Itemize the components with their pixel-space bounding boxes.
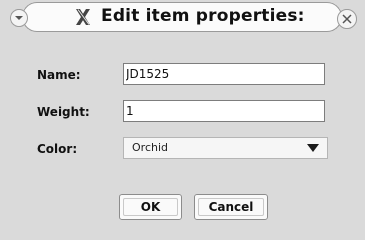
chevron-down-icon bbox=[15, 16, 23, 20]
color-select[interactable]: Orchid bbox=[123, 137, 328, 159]
close-button[interactable] bbox=[337, 9, 357, 29]
name-label: Name: bbox=[37, 68, 81, 82]
name-field[interactable] bbox=[123, 63, 325, 85]
ok-button[interactable]: OK bbox=[119, 194, 182, 220]
ok-button-label: OK bbox=[140, 200, 161, 214]
window-title: Edit item properties: bbox=[101, 6, 305, 26]
window-menu-button[interactable] bbox=[10, 9, 28, 27]
edit-item-dialog: Edit item properties: Name: Weight: Colo… bbox=[0, 0, 365, 240]
cancel-button[interactable]: Cancel bbox=[194, 194, 268, 220]
weight-label: Weight: bbox=[37, 105, 90, 119]
color-select-value: Orchid bbox=[132, 141, 168, 154]
weight-field[interactable] bbox=[123, 100, 325, 122]
x-logo-icon bbox=[76, 9, 90, 25]
close-icon bbox=[342, 14, 352, 24]
cancel-button-label: Cancel bbox=[208, 200, 254, 214]
color-label: Color: bbox=[37, 142, 78, 156]
dropdown-arrow-icon bbox=[307, 144, 319, 152]
